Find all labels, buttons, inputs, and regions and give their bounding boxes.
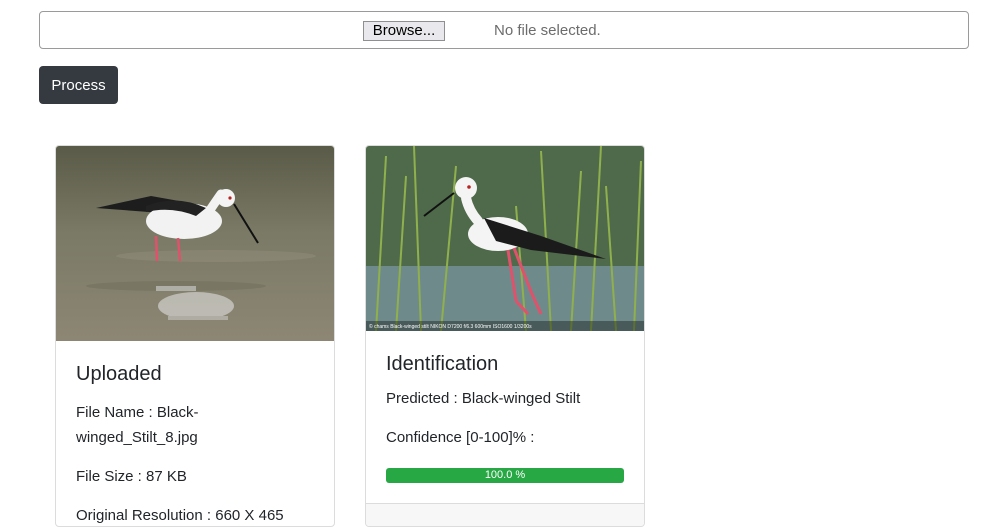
browse-button[interactable]: Browse... [363, 21, 445, 41]
uploaded-card: Uploaded File Name : Black-winged_Stilt_… [55, 145, 335, 527]
file-name-text: File Name : Black-winged_Stilt_8.jpg [76, 404, 199, 446]
truncated-instruction-text [40, 0, 940, 4]
predicted-text: Predicted : Black-winged Stilt [386, 390, 581, 407]
process-button[interactable]: Process [39, 66, 118, 104]
confidence-progress-bar: 100.0 % [386, 468, 624, 483]
identification-title: Identification [386, 353, 499, 375]
resolution-text: Original Resolution : 660 X 465 [76, 507, 284, 524]
image-caption: © chams Black-winged stilt NIKON D7200 f… [369, 323, 532, 330]
confidence-label: Confidence [0-100]% : [386, 429, 535, 446]
identification-card: © chams Black-winged stilt NIKON D7200 f… [365, 145, 645, 527]
confidence-progress: 100.0 % [386, 468, 624, 483]
card-footer [366, 503, 644, 526]
file-status-text: No file selected. [494, 22, 601, 39]
identified-bird-image: © chams Black-winged stilt NIKON D7200 f… [366, 146, 644, 331]
file-size-text: File Size : 87 KB [76, 468, 187, 485]
uploaded-title: Uploaded [76, 363, 162, 385]
file-input[interactable]: Browse... No file selected. [39, 11, 969, 49]
uploaded-bird-image [56, 146, 334, 341]
